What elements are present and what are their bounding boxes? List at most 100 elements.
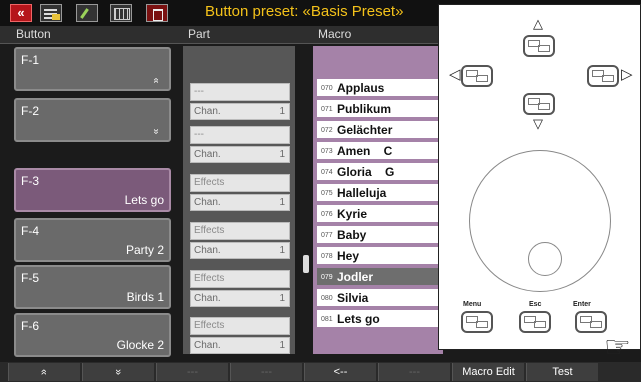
macro-number: 075 [321, 190, 333, 197]
function-button-f5[interactable]: F-5 Birds 1 [14, 265, 171, 309]
softkey-4[interactable]: --- [230, 363, 302, 381]
macro-list: 070 Applaus 071 Publikum 072 Gelächter 073 A… [313, 46, 443, 354]
part-row-4[interactable]: Effects Chan. 1 [186, 222, 292, 266]
macro-number: 070 [321, 85, 333, 92]
arrow-down-icon: ▽ [533, 116, 543, 131]
softkey-scroll-down[interactable]: » [82, 363, 154, 381]
part-row-5[interactable]: Effects Chan. 1 [186, 270, 292, 314]
channel-label: Chan. [194, 245, 221, 256]
part-channel: Chan. 1 [190, 146, 290, 163]
function-button-f1[interactable]: F-1 » [14, 47, 171, 91]
part-row-1[interactable]: --- Chan. 1 [186, 83, 292, 127]
macro-name: Publikum [337, 102, 392, 116]
macro-name: Jodler [337, 270, 374, 284]
wheel-knob[interactable] [528, 242, 562, 276]
macro-number: 078 [321, 253, 333, 260]
macro-item[interactable]: 071 Publikum [317, 100, 441, 119]
chevron-up-icon: » [38, 368, 51, 376]
macro-item[interactable]: 070 Applaus [317, 79, 441, 98]
macro-item[interactable]: 078 Hey [317, 247, 441, 266]
part-channel: Chan. 1 [190, 337, 290, 354]
hardware-control-panel: △ ◁ ▷ ▽ Menu Esc Enter [438, 4, 641, 350]
edit-menu-icon[interactable] [40, 4, 62, 22]
macro-name: Lets go [337, 312, 380, 326]
macro-number: 072 [321, 127, 333, 134]
macro-name: Halleluja [337, 186, 387, 200]
trash-icon[interactable] [146, 4, 168, 22]
header-macro: Macro [318, 27, 352, 41]
down-key[interactable] [523, 93, 555, 115]
part-channel: Chan. 1 [190, 194, 290, 211]
function-button-f4[interactable]: F-4 Party 2 [14, 218, 171, 262]
button-name: Birds 1 [126, 290, 164, 304]
double-chevron-left-icon: « [17, 5, 25, 20]
macro-number: 079 [321, 274, 333, 281]
macro-name: Amen C [337, 144, 393, 158]
chevron-down-icon: » [112, 368, 125, 376]
header-part: Part [188, 27, 211, 41]
arrow-right-icon: ▷ [621, 66, 633, 83]
channel-value: 1 [279, 149, 285, 160]
macro-item[interactable]: 073 Amen C [317, 142, 441, 161]
back-button[interactable]: « [10, 4, 32, 22]
macro-name: Baby [337, 228, 367, 242]
macro-item[interactable]: 081 Lets go [317, 310, 441, 329]
part-channel: Chan. 1 [190, 242, 290, 259]
channel-label: Chan. [194, 340, 221, 351]
right-key[interactable] [587, 65, 619, 87]
enter-key[interactable] [575, 311, 607, 333]
enter-label: Enter [573, 301, 591, 308]
function-button-f6[interactable]: F-6 Glocke 2 [14, 313, 171, 357]
function-button-f2[interactable]: F-2 » [14, 98, 171, 142]
button-name: Lets go [124, 193, 164, 207]
softkey-3[interactable]: --- [156, 363, 228, 381]
channel-value: 1 [279, 340, 285, 351]
part-channel: Chan. 1 [190, 103, 290, 120]
part-row-3[interactable]: Effects Chan. 1 [186, 174, 292, 218]
macro-number: 071 [321, 106, 333, 113]
macro-number: 076 [321, 211, 333, 218]
up-key[interactable] [523, 35, 555, 57]
softkey-scroll-up[interactable]: » [8, 363, 80, 381]
softkey-6[interactable]: --- [378, 363, 450, 381]
macro-name: Gelächter [337, 123, 393, 137]
esc-key[interactable] [519, 311, 551, 333]
macro-item[interactable]: 080 Silvia [317, 289, 441, 308]
softkey-back-arrow[interactable]: <-- [304, 363, 376, 381]
macro-item[interactable]: 074 Gloria G [317, 163, 441, 182]
macro-number: 073 [321, 148, 333, 155]
part-row-6[interactable]: Effects Chan. 1 [186, 317, 292, 361]
button-id: F-3 [21, 174, 39, 188]
macro-edit-button[interactable]: Macro Edit [452, 363, 524, 381]
scrollbar-thumb[interactable] [303, 255, 309, 273]
macro-name: Gloria G [337, 165, 395, 179]
channel-label: Chan. [194, 106, 221, 117]
test-button[interactable]: Test [526, 363, 598, 381]
macro-name: Kyrie [337, 207, 368, 221]
macro-number: 080 [321, 295, 333, 302]
part-type: --- [190, 126, 290, 144]
channel-label: Chan. [194, 149, 221, 160]
part-type: Effects [190, 174, 290, 192]
macro-item[interactable]: 077 Baby [317, 226, 441, 245]
pencil-icon[interactable] [76, 4, 98, 22]
arrow-left-icon: ◁ [449, 66, 461, 83]
channel-value: 1 [279, 245, 285, 256]
macro-name: Silvia [337, 291, 369, 305]
function-button-f3[interactable]: F-3 Lets go [14, 168, 171, 212]
macro-item[interactable]: 075 Halleluja [317, 184, 441, 203]
part-row-2[interactable]: --- Chan. 1 [186, 126, 292, 170]
macro-item[interactable]: 076 Kyrie [317, 205, 441, 224]
channel-value: 1 [279, 106, 285, 117]
pointing-hand-icon: ☞ [604, 331, 631, 364]
menu-key[interactable] [461, 311, 493, 333]
header-button: Button [16, 27, 51, 41]
button-name: Glocke 2 [116, 338, 164, 352]
macro-item[interactable]: 072 Gelächter [317, 121, 441, 140]
grid-icon[interactable] [110, 4, 132, 22]
left-key[interactable] [461, 65, 493, 87]
button-id: F-5 [21, 271, 39, 285]
macro-number: 077 [321, 232, 333, 239]
macro-item-selected[interactable]: 079 Jodler [317, 268, 441, 287]
button-id: F-1 [21, 53, 39, 67]
